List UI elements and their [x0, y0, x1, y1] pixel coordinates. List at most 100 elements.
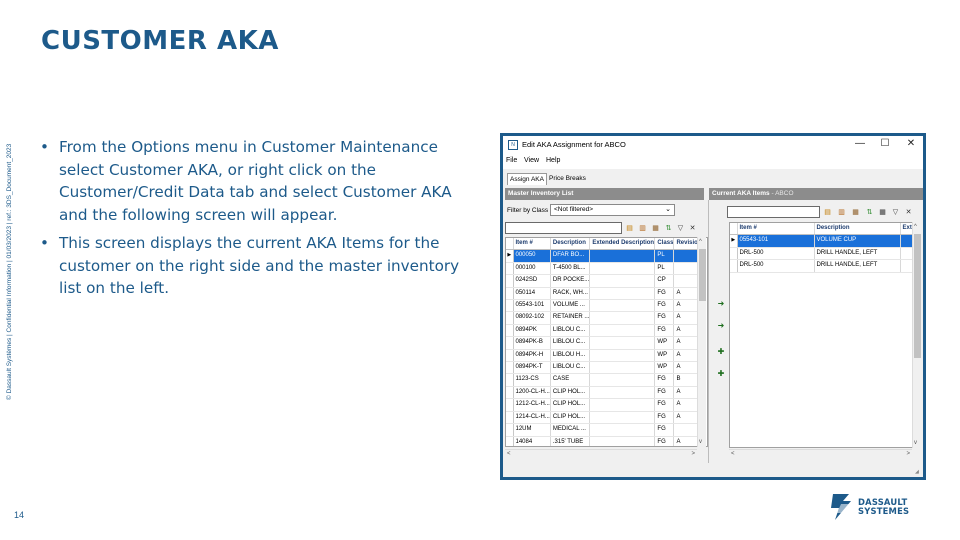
page-number: 14 [14, 510, 25, 520]
table-row[interactable]: 0894PK-T LIBLOU C... WP A [506, 361, 705, 375]
table-row[interactable]: 000100 T-4500 BL... PL [506, 262, 705, 276]
logo-mark-icon [831, 494, 853, 521]
tab-price-breaks[interactable]: Price Breaks [547, 173, 588, 185]
scroll-left-icon[interactable]: < [731, 450, 735, 458]
table-row[interactable]: 0242SD DR POCKE... CP [506, 274, 705, 288]
grid-icon[interactable]: ▦ [878, 208, 887, 217]
table-cell: LIBLOU C... [550, 324, 591, 338]
move-all-right-icon[interactable]: ➜ [715, 320, 727, 332]
edit-icon[interactable]: ▦ [651, 224, 660, 233]
maximize-icon[interactable]: ☐ [873, 137, 897, 151]
column-header[interactable]: Description [814, 223, 901, 236]
table-row[interactable]: 14084.315' TUBE FG A [506, 436, 705, 446]
menu-view[interactable]: View [524, 157, 539, 164]
scroll-up-icon[interactable]: ^ [914, 223, 917, 231]
row-indicator [506, 361, 514, 375]
close-icon[interactable]: ✕ [899, 137, 923, 151]
column-header[interactable]: Extended Description [589, 238, 656, 251]
table-cell: FG [654, 423, 675, 437]
table-row[interactable]: DRL-500 DRILL HANDLE, LEFT [730, 247, 915, 261]
edit-icon[interactable]: ▦ [851, 208, 860, 217]
add-icon[interactable]: ▤ [625, 224, 634, 233]
scroll-right-icon[interactable]: > [691, 450, 695, 458]
table-cell: 0894PK-B [513, 336, 551, 350]
table-cell: 050114 [513, 287, 551, 301]
window-titlebar[interactable]: N Edit AKA Assignment for ABCO — ☐ ✕ [503, 136, 923, 154]
confidentiality-note: © Dassault Systèmes | Confidential Infor… [6, 143, 13, 400]
table-row[interactable]: ▶ 000050 DFAR BO... PL [506, 249, 705, 263]
scroll-left-icon[interactable]: < [507, 450, 511, 458]
table-cell: 000050 [513, 249, 551, 263]
table-cell [589, 262, 656, 276]
filter-icon[interactable]: ▽ [891, 208, 900, 217]
table-cell: FG [654, 398, 675, 412]
master-rows: ▶ 000050 DFAR BO... PL 000100 T-4500 BL... PL 0… [506, 249, 705, 446]
sort-icon[interactable]: ⇅ [865, 208, 874, 217]
row-indicator [506, 324, 514, 338]
table-cell: DRL-500 [737, 259, 815, 273]
menu-bar: File View Help [503, 154, 923, 169]
master-search-input[interactable] [505, 222, 622, 234]
column-header[interactable]: Class [654, 238, 675, 251]
copy-icon[interactable]: ▥ [638, 224, 647, 233]
resize-grip-icon[interactable]: ◢ [915, 469, 921, 475]
menu-help[interactable]: Help [546, 157, 560, 164]
table-row[interactable]: 12UM MEDICAL ... FG [506, 423, 705, 437]
column-header[interactable]: Item # [737, 223, 815, 236]
table-row[interactable]: 1123-CS CASE FG B [506, 373, 705, 387]
table-row[interactable]: 0894PK-H LIBLOU H... WP A [506, 349, 705, 363]
add-icon[interactable]: ▤ [823, 208, 832, 217]
table-cell: DR POCKE... [550, 274, 591, 288]
table-cell: 1200-CL-H... [513, 386, 551, 400]
scroll-thumb[interactable] [699, 249, 706, 301]
table-row[interactable]: ▶ 05543-101 VOLUME CUP [730, 234, 915, 248]
column-header[interactable]: Description [550, 238, 591, 251]
scroll-thumb[interactable] [914, 234, 921, 358]
scroll-down-icon[interactable]: v [914, 439, 917, 447]
table-row[interactable]: 1214-CL-H... CLIP HOL... FG A [506, 411, 705, 425]
row-indicator [730, 259, 738, 273]
table-cell: WP [654, 361, 675, 375]
master-inventory-header: Master Inventory List [505, 188, 704, 200]
column-header[interactable]: Item # [513, 238, 551, 251]
table-cell: 000100 [513, 262, 551, 276]
table-row[interactable]: 0894PK LIBLOU C... FG A [506, 324, 705, 338]
table-row[interactable]: 1200-CL-H... CLIP HOL... FG A [506, 386, 705, 400]
sort-icon[interactable]: ⇅ [664, 224, 673, 233]
table-cell: CP [654, 274, 675, 288]
scroll-up-icon[interactable]: ^ [699, 238, 702, 246]
filter-icon[interactable]: ▽ [676, 224, 685, 233]
table-row[interactable]: 050114 RACK, WH... FG A [506, 287, 705, 301]
scroll-right-icon[interactable]: > [906, 450, 910, 458]
table-row[interactable]: DRL-500 DRILL HANDLE, LEFT [730, 259, 915, 273]
table-row[interactable]: 08092-102 RETAINER ... FG A [506, 311, 705, 325]
table-cell [589, 336, 656, 350]
current-search-input[interactable] [727, 206, 820, 218]
master-horizontal-scrollbar[interactable]: < > [505, 449, 697, 459]
copy-icon[interactable]: ▥ [837, 208, 846, 217]
tab-assign-aka[interactable]: Assign AKA [507, 173, 547, 185]
scroll-down-icon[interactable]: v [699, 438, 702, 446]
current-vertical-scrollbar[interactable]: ^ v [912, 222, 921, 448]
table-cell: DRILL HANDLE, LEFT [814, 247, 901, 261]
table-row[interactable]: 05543-101 VOLUME ... FG A [506, 299, 705, 313]
master-vertical-scrollbar[interactable]: ^ v [697, 237, 706, 447]
bullet-item: From the Options menu in Customer Mainte… [38, 136, 484, 226]
clear-filter-icon[interactable]: ✕ [904, 208, 913, 217]
table-cell: CLIP HOL... [550, 398, 591, 412]
class-filter-select[interactable]: <Not filtered> ⌄ [550, 204, 675, 216]
move-right-icon[interactable]: ➜ [715, 298, 727, 310]
table-cell [589, 311, 656, 325]
table-cell: LIBLOU H... [550, 349, 591, 363]
move-all-left-icon[interactable]: ✚ [715, 368, 727, 380]
table-row[interactable]: 0894PK-B LIBLOU C... WP A [506, 336, 705, 350]
table-cell [589, 299, 656, 313]
menu-file[interactable]: File [506, 157, 517, 164]
row-indicator [506, 299, 514, 313]
clear-filter-icon[interactable]: ✕ [688, 224, 697, 233]
table-row[interactable]: 1212-CL-H... CLIP HOL... FG A [506, 398, 705, 412]
minimize-icon[interactable]: — [848, 137, 872, 151]
window-title: Edit AKA Assignment for ABCO [522, 140, 626, 149]
move-left-icon[interactable]: ✚ [715, 346, 727, 358]
current-horizontal-scrollbar[interactable]: < > [729, 449, 912, 459]
